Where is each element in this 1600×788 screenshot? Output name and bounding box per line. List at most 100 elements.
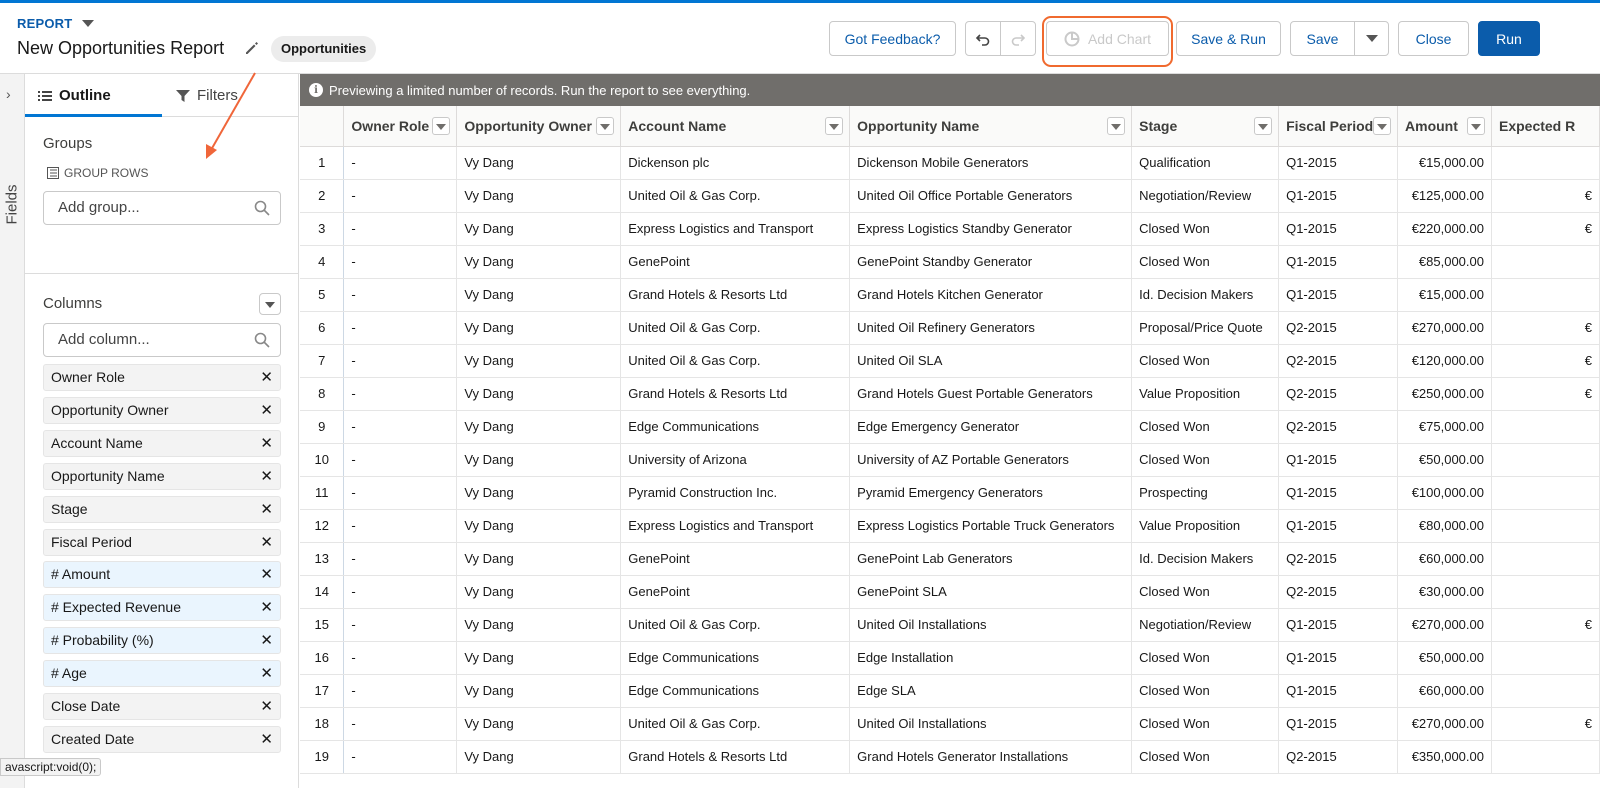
remove-column-icon[interactable]: ✕	[260, 497, 273, 522]
table-cell: Q1-2015	[1278, 146, 1399, 180]
remove-column-icon[interactable]: ✕	[260, 595, 273, 620]
add-column-input[interactable]: Add column...	[43, 323, 281, 357]
table-row[interactable]: 1- Vy Dang Dickenson plc Dickenson Mobile G…	[300, 146, 1600, 180]
redo-button[interactable]	[1000, 21, 1036, 56]
table-row[interactable]: 15- Vy Dang United Oil & Gas Corp. United O…	[300, 608, 1600, 642]
column-chip[interactable]: Stage ✕	[43, 495, 281, 523]
column-menu-dropdown[interactable]	[1254, 117, 1273, 135]
columns-options-dropdown[interactable]	[259, 293, 281, 315]
remove-column-icon[interactable]: ✕	[260, 694, 273, 719]
remove-column-icon[interactable]: ✕	[260, 727, 273, 752]
column-chip[interactable]: Created Date ✕	[43, 725, 281, 753]
feedback-button[interactable]: Got Feedback?	[829, 21, 956, 56]
column-chip-label: # Amount	[51, 566, 111, 583]
column-chip[interactable]: Opportunity Owner ✕	[43, 396, 281, 424]
edit-pencil-icon[interactable]	[244, 40, 260, 56]
column-menu-dropdown[interactable]	[1466, 117, 1485, 135]
table-row[interactable]: 14- Vy Dang GenePoint GenePoint SLA Closed W…	[300, 575, 1600, 609]
table-row[interactable]: 9- Vy Dang Edge Communications Edge Emergen…	[300, 410, 1600, 444]
table-row[interactable]: 18- Vy Dang United Oil & Gas Corp. United O…	[300, 707, 1600, 741]
table-cell: United Oil & Gas Corp.	[620, 707, 851, 741]
table-cell: €120,000.00	[1397, 344, 1492, 378]
table-cell: GenePoint	[620, 542, 851, 576]
table-cell: Closed Won	[1131, 344, 1280, 378]
column-menu-dropdown[interactable]	[825, 117, 844, 135]
table-cell: United Oil & Gas Corp.	[620, 311, 851, 345]
column-menu-dropdown[interactable]	[596, 117, 615, 135]
table-cell: €	[1491, 212, 1600, 246]
remove-column-icon[interactable]: ✕	[260, 562, 273, 587]
save-run-button[interactable]: Save & Run	[1176, 21, 1281, 56]
column-header[interactable]: Opportunity Name	[849, 106, 1133, 147]
report-type-badge: Opportunities	[271, 36, 377, 62]
tab-outline[interactable]: Outline	[38, 74, 111, 117]
run-button[interactable]: Run	[1478, 21, 1540, 56]
row-number: 6	[300, 311, 345, 345]
remove-column-icon[interactable]: ✕	[260, 661, 273, 686]
column-menu-dropdown[interactable]	[432, 117, 451, 135]
column-header[interactable]: Fiscal Period	[1278, 106, 1399, 147]
column-header[interactable]: Owner Role	[343, 106, 458, 147]
add-group-input[interactable]: Add group...	[43, 191, 281, 225]
remove-column-icon[interactable]: ✕	[260, 464, 273, 489]
fields-rail[interactable]: › Fields	[0, 74, 25, 788]
save-button[interactable]: Save	[1290, 21, 1355, 56]
table-row[interactable]: 16- Vy Dang Edge Communications Edge Instal…	[300, 641, 1600, 675]
report-menu[interactable]: REPORT	[17, 16, 95, 31]
table-row[interactable]: 5- Vy Dang Grand Hotels & Resorts Ltd Grand…	[300, 278, 1600, 312]
remove-column-icon[interactable]: ✕	[260, 628, 273, 653]
column-chip[interactable]: # Amount ✕	[43, 561, 281, 589]
table-row[interactable]: 17- Vy Dang Edge Communications Edge SLA Clo…	[300, 674, 1600, 708]
remove-column-icon[interactable]: ✕	[260, 365, 273, 390]
column-chip-label: # Age	[51, 665, 87, 682]
column-chip[interactable]: Owner Role ✕	[43, 364, 281, 391]
table-row[interactable]: 12- Vy Dang Express Logistics and Transpor…	[300, 509, 1600, 543]
remove-column-icon[interactable]: ✕	[260, 431, 273, 456]
chevron-right-icon[interactable]: ›	[6, 86, 11, 102]
column-header[interactable]: Expected R	[1491, 106, 1600, 147]
column-chip[interactable]: Close Date ✕	[43, 693, 281, 720]
column-menu-dropdown[interactable]	[1107, 117, 1126, 135]
column-chip[interactable]: # Age ✕	[43, 660, 281, 688]
table-row[interactable]: 13- Vy Dang GenePoint GenePoint Lab Generat…	[300, 542, 1600, 576]
report-table: Owner Role Opportunity Owner Account Name O…	[300, 106, 1600, 774]
add-chart-button[interactable]: Add Chart	[1046, 21, 1169, 56]
status-url-tooltip: avascript:void(0);	[0, 758, 102, 776]
remove-column-icon[interactable]: ✕	[260, 530, 273, 555]
table-cell: Vy Dang	[456, 674, 622, 708]
column-header[interactable]: Amount	[1397, 106, 1492, 147]
table-cell	[1491, 146, 1600, 180]
column-chip[interactable]: Opportunity Name ✕	[43, 462, 281, 490]
column-chip[interactable]: Account Name ✕	[43, 429, 281, 457]
table-row[interactable]: 3- Vy Dang Express Logistics and Transport…	[300, 212, 1600, 246]
table-cell: -	[343, 674, 458, 708]
table-row[interactable]: 7- Vy Dang United Oil & Gas Corp. United Oi…	[300, 344, 1600, 378]
column-menu-dropdown[interactable]	[1373, 117, 1392, 135]
report-table-container[interactable]: Owner Role Opportunity Owner Account Name O…	[300, 106, 1600, 788]
undo-button[interactable]	[965, 21, 1001, 56]
table-row[interactable]: 8- Vy Dang Grand Hotels & Resorts Ltd Grand…	[300, 377, 1600, 411]
column-chip[interactable]: Fiscal Period ✕	[43, 528, 281, 556]
column-header[interactable]: Stage	[1131, 106, 1280, 147]
remove-column-icon[interactable]: ✕	[260, 398, 273, 423]
table-cell: Closed Won	[1131, 575, 1280, 609]
table-row[interactable]: 6- Vy Dang United Oil & Gas Corp. United Oi…	[300, 311, 1600, 345]
table-row[interactable]: 11- Vy Dang Pyramid Construction Inc. Pyram…	[300, 476, 1600, 510]
close-button[interactable]: Close	[1398, 21, 1469, 56]
table-row[interactable]: 2- Vy Dang United Oil & Gas Corp. United Oi…	[300, 179, 1600, 213]
table-body: 1- Vy Dang Dickenson plc Dickenson Mobile G…	[300, 146, 1600, 774]
column-chip[interactable]: # Expected Revenue ✕	[43, 594, 281, 622]
column-chip[interactable]: # Probability (%) ✕	[43, 627, 281, 655]
save-options-button[interactable]	[1354, 21, 1389, 56]
table-cell: Grand Hotels Generator Installations	[849, 740, 1133, 774]
table-row[interactable]: 10- Vy Dang University of Arizona Universit…	[300, 443, 1600, 477]
table-cell: Closed Won	[1131, 641, 1280, 675]
table-row[interactable]: 19- Vy Dang Grand Hotels & Resorts Ltd Gran…	[300, 740, 1600, 774]
table-row[interactable]: 4- Vy Dang GenePoint GenePoint Standby Gene…	[300, 245, 1600, 279]
table-cell: €	[1491, 344, 1600, 378]
table-cell: Edge Communications	[620, 410, 851, 444]
table-cell: Vy Dang	[456, 311, 622, 345]
column-chip-label: # Expected Revenue	[51, 599, 181, 616]
column-header[interactable]: Account Name	[620, 106, 851, 147]
column-header[interactable]: Opportunity Owner	[456, 106, 622, 147]
